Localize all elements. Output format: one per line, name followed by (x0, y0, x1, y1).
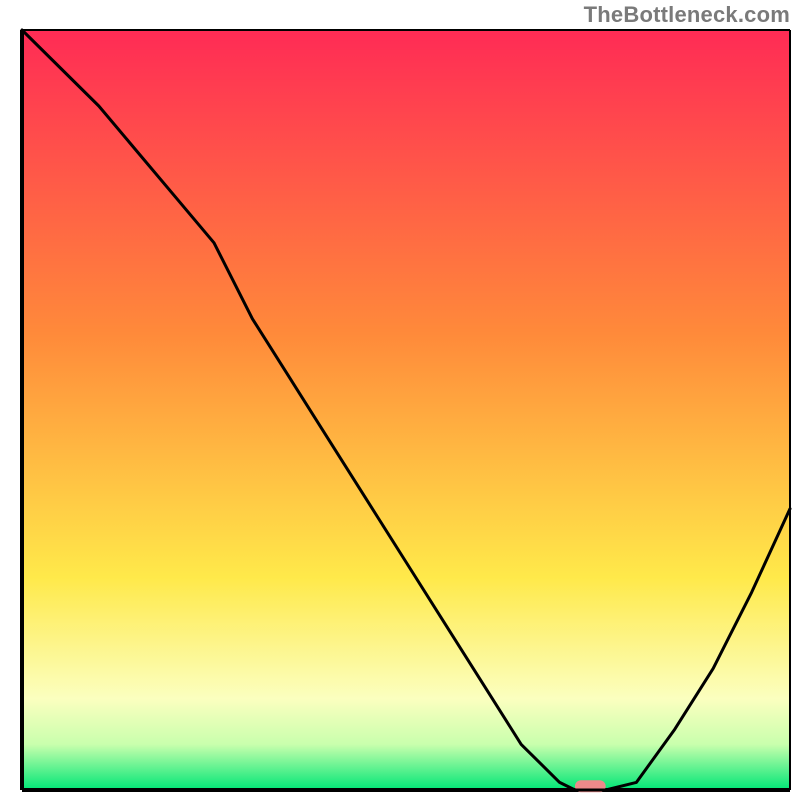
watermark-text: TheBottleneck.com (584, 2, 790, 28)
plot-background (22, 30, 790, 790)
chart-svg (0, 0, 800, 800)
bottleneck-chart: TheBottleneck.com (0, 0, 800, 800)
